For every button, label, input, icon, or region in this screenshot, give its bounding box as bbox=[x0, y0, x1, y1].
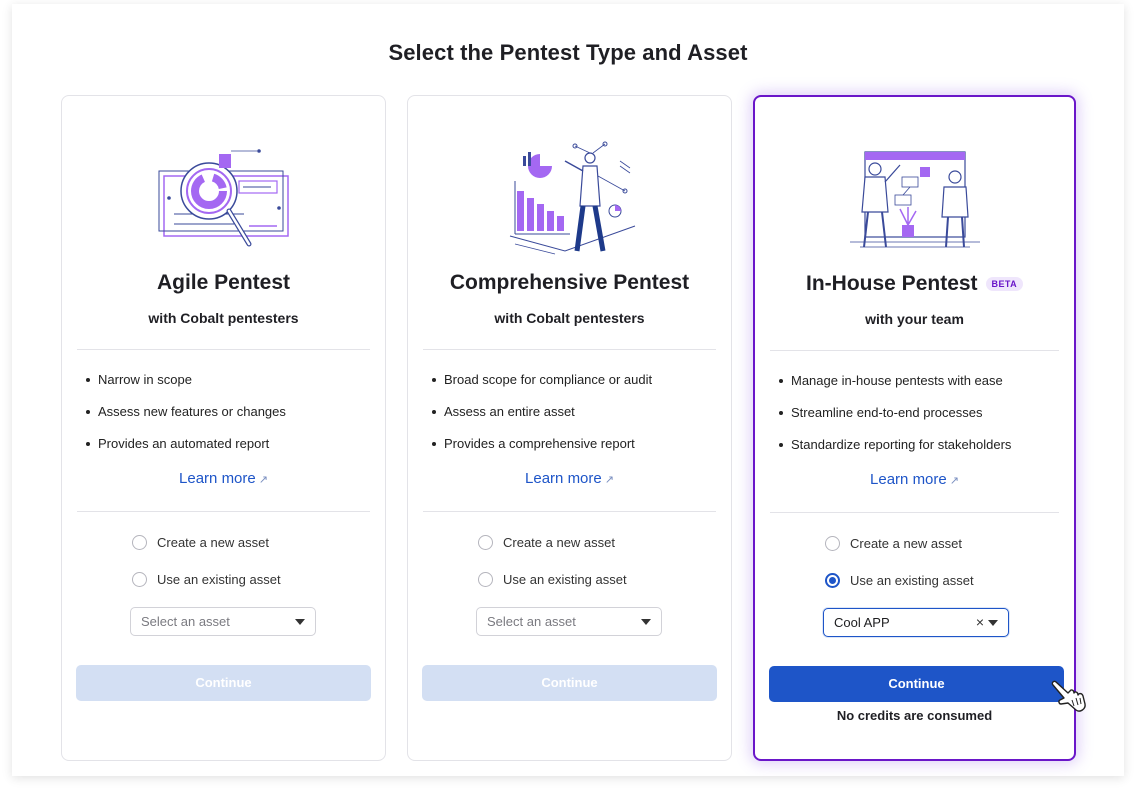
radio-button[interactable] bbox=[132, 572, 147, 587]
learn-more-label: Learn more bbox=[525, 470, 602, 487]
radio-label: Use an existing asset bbox=[503, 572, 627, 587]
radio-use-existing-asset[interactable]: Use an existing asset bbox=[825, 573, 974, 588]
feature-item: Standardize reporting for stakeholders bbox=[779, 437, 1011, 469]
beta-badge: BETA bbox=[985, 277, 1023, 291]
asset-select-value: Cool APP bbox=[834, 615, 890, 630]
card-title-text: Agile Pentest bbox=[156, 271, 291, 294]
credits-note: No credits are consumed bbox=[836, 708, 993, 723]
continue-button[interactable]: Continue bbox=[769, 666, 1064, 702]
radio-create-new-asset[interactable]: Create a new asset bbox=[132, 535, 269, 550]
learn-more-link[interactable]: Learn more ↗ bbox=[755, 471, 1074, 488]
radio-create-new-asset[interactable]: Create a new asset bbox=[478, 535, 615, 550]
feature-list: Manage in-house pentests with ease Strea… bbox=[779, 373, 1011, 469]
clear-selection-icon[interactable]: × bbox=[976, 614, 984, 630]
feature-item: Narrow in scope bbox=[86, 372, 286, 404]
divider bbox=[423, 511, 716, 512]
asset-select[interactable]: Select an asset bbox=[476, 607, 662, 636]
radio-label: Create a new asset bbox=[850, 536, 963, 551]
divider bbox=[77, 349, 370, 350]
radio-button-selected[interactable] bbox=[825, 573, 840, 588]
continue-button[interactable]: Continue bbox=[76, 665, 371, 701]
card-in-house-pentest[interactable]: In-House Pentest BETA with your team Man… bbox=[753, 95, 1076, 761]
learn-more-link[interactable]: Learn more ↗ bbox=[62, 470, 385, 487]
feature-item: Assess new features or changes bbox=[86, 404, 286, 436]
divider bbox=[77, 511, 370, 512]
caret-down-icon bbox=[295, 619, 305, 625]
feature-item: Provides a comprehensive report bbox=[432, 436, 652, 468]
asset-select-value: Select an asset bbox=[487, 614, 576, 629]
asset-select-value: Select an asset bbox=[141, 614, 230, 629]
radio-label: Create a new asset bbox=[157, 535, 270, 550]
radio-button[interactable] bbox=[825, 536, 840, 551]
feature-item: Broad scope for compliance or audit bbox=[432, 372, 652, 404]
card-title: Comprehensive Pentest bbox=[408, 271, 731, 295]
divider bbox=[770, 350, 1059, 351]
radio-button[interactable] bbox=[132, 535, 147, 550]
radio-use-existing-asset[interactable]: Use an existing asset bbox=[132, 572, 281, 587]
radio-button[interactable] bbox=[478, 572, 493, 587]
external-link-icon: ↗ bbox=[949, 475, 959, 487]
radio-label: Use an existing asset bbox=[157, 572, 281, 587]
card-agile-pentest[interactable]: Agile Pentest with Cobalt pentesters Nar… bbox=[61, 95, 386, 761]
feature-item: Streamline end-to-end processes bbox=[779, 405, 1011, 437]
external-link-icon: ↗ bbox=[604, 474, 614, 486]
radio-create-new-asset[interactable]: Create a new asset bbox=[825, 536, 962, 551]
feature-item: Provides an automated report bbox=[86, 436, 286, 468]
feature-list: Broad scope for compliance or audit Asse… bbox=[432, 372, 652, 468]
external-link-icon: ↗ bbox=[258, 474, 268, 486]
team-board-illustration bbox=[849, 151, 980, 248]
card-title: In-House Pentest BETA bbox=[755, 272, 1074, 296]
asset-select[interactable]: Cool APP × bbox=[823, 608, 1009, 637]
radio-label: Use an existing asset bbox=[850, 573, 974, 588]
learn-more-label: Learn more bbox=[870, 471, 947, 488]
feature-list: Narrow in scope Assess new features or c… bbox=[86, 372, 286, 468]
card-subtitle: with your team bbox=[865, 311, 964, 327]
card-comprehensive-pentest[interactable]: Comprehensive Pentest with Cobalt pentes… bbox=[407, 95, 732, 761]
divider bbox=[423, 349, 716, 350]
radio-use-existing-asset[interactable]: Use an existing asset bbox=[478, 572, 627, 587]
hand-pointer-cursor-icon bbox=[1051, 680, 1086, 712]
learn-more-label: Learn more bbox=[179, 470, 256, 487]
feature-item: Manage in-house pentests with ease bbox=[779, 373, 1011, 405]
learn-more-link[interactable]: Learn more ↗ bbox=[408, 470, 731, 487]
card-subtitle: with Cobalt pentesters bbox=[148, 310, 299, 326]
asset-select[interactable]: Select an asset bbox=[130, 607, 316, 636]
divider bbox=[770, 512, 1059, 513]
analyst-chart-illustration bbox=[509, 141, 635, 255]
radio-label: Create a new asset bbox=[503, 535, 616, 550]
feature-item: Assess an entire asset bbox=[432, 404, 652, 436]
card-title: Agile Pentest bbox=[62, 271, 385, 295]
card-title-text: Comprehensive Pentest bbox=[449, 271, 690, 294]
caret-down-icon bbox=[641, 619, 651, 625]
page-title: Select the Pentest Type and Asset bbox=[388, 40, 748, 65]
magnifier-report-illustration bbox=[158, 149, 289, 247]
radio-button[interactable] bbox=[478, 535, 493, 550]
card-subtitle: with Cobalt pentesters bbox=[494, 310, 645, 326]
continue-button[interactable]: Continue bbox=[422, 665, 717, 701]
caret-down-icon bbox=[988, 620, 998, 626]
card-title-text: In-House Pentest bbox=[806, 272, 978, 295]
